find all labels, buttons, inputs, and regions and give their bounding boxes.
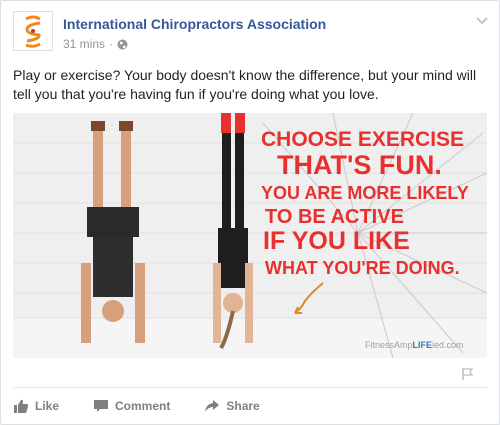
like-button[interactable]: Like <box>13 398 59 414</box>
like-label: Like <box>35 399 60 413</box>
flag-icon[interactable] <box>460 367 474 381</box>
post-meta: 31 mins · <box>63 37 128 51</box>
image-line-6: WHAT YOU'RE DOING. <box>265 258 460 278</box>
share-label: Share <box>226 399 260 413</box>
post-timestamp[interactable]: 31 mins <box>63 37 105 51</box>
image-line-2: THAT'S FUN. <box>277 150 442 180</box>
image-watermark: FitnessAmpLIFEied.com <box>365 340 464 350</box>
comment-label: Comment <box>115 399 171 413</box>
share-button[interactable]: Share <box>204 398 260 414</box>
actions-divider <box>13 387 487 388</box>
comment-icon <box>94 400 109 412</box>
share-arrow-icon <box>205 400 220 412</box>
post-card: International Chiropractors Association … <box>0 0 500 425</box>
page-avatar[interactable] <box>13 11 53 51</box>
meta-separator: · <box>109 37 114 51</box>
post-image[interactable]: CHOOSE EXERCISE THAT'S FUN. YOU ARE MORE… <box>13 113 487 358</box>
chevron-down-icon[interactable] <box>475 13 489 27</box>
image-line-3: YOU ARE MORE LIKELY <box>261 183 469 203</box>
post-body-text: Play or exercise? Your body doesn't know… <box>13 67 477 102</box>
post-header: International Chiropractors Association … <box>13 11 489 55</box>
image-line-4: TO BE ACTIVE <box>265 206 404 228</box>
post-image-artwork: CHOOSE EXERCISE THAT'S FUN. YOU ARE MORE… <box>13 113 487 358</box>
image-line-5: IF YOU LIKE <box>263 227 410 255</box>
post-actions: Like Comment Share <box>13 393 487 419</box>
page-name-link[interactable]: International Chiropractors Association <box>63 16 326 32</box>
comment-button[interactable]: Comment <box>93 398 170 414</box>
image-line-1: CHOOSE EXERCISE <box>261 128 464 151</box>
thumbs-up-icon <box>14 399 29 413</box>
ica-logo <box>25 15 41 48</box>
globe-icon[interactable] <box>117 39 128 50</box>
